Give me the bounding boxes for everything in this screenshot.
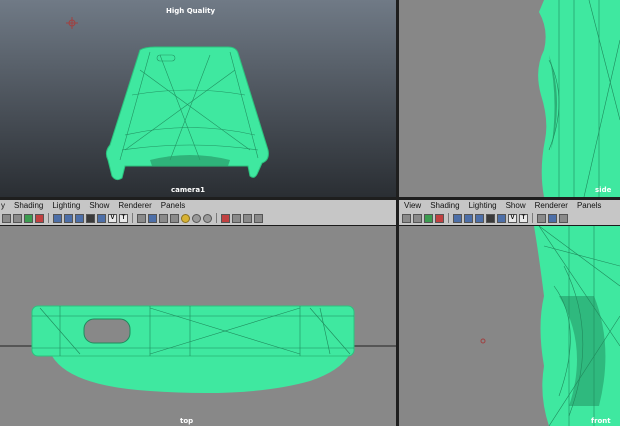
grid-icon[interactable] [453,213,462,223]
shadows-icon[interactable] [192,213,201,223]
viewport-front[interactable]: front [399,226,620,426]
menu-lighting[interactable]: Lighting [469,201,497,210]
viewport-top-label: top [180,417,194,425]
image-plane-icon[interactable] [435,213,444,223]
backface-culling-icon[interactable] [254,213,263,223]
viewport-perspective[interactable]: High Quality camera1 [0,0,396,197]
image-plane-icon[interactable] [35,213,44,223]
safe-action-icon[interactable]: V [508,213,517,223]
menu-renderer[interactable]: Renderer [535,201,568,210]
xray-icon[interactable] [232,213,241,223]
smooth-shade-icon[interactable] [148,213,157,223]
textured-icon[interactable] [170,213,179,223]
gate-mask-icon[interactable] [86,213,95,223]
gate-mask-icon[interactable] [486,213,495,223]
safe-title-icon[interactable]: T [119,213,128,223]
viewport-camera-label: camera1 [171,186,205,194]
wireframe-icon[interactable] [537,213,546,223]
menu-panels[interactable]: Panels [161,201,185,210]
wireframe-phone-case-side [538,0,620,197]
wireframe-on-shaded-icon[interactable] [159,213,168,223]
resolution-gate-icon[interactable] [475,213,484,223]
origin-marker-icon [66,17,78,29]
toolbar-divider [132,213,133,223]
xray-joints-icon[interactable] [243,213,252,223]
menu-show[interactable]: Show [89,201,109,210]
select-camera-icon[interactable] [402,213,411,223]
viewport-top[interactable]: top [0,226,396,426]
bookmark-icon[interactable] [424,213,433,223]
viewport-divider-vertical[interactable] [396,0,399,426]
menu-view[interactable]: View [404,201,421,210]
grid-icon[interactable] [53,213,62,223]
menu-panels[interactable]: Panels [577,201,601,210]
origin-marker-icon [480,338,486,344]
smooth-shade-icon[interactable] [548,213,557,223]
menubar-right: View Shading Lighting Show Renderer Pane… [399,200,620,211]
viewport-front-label: front [591,417,611,425]
viewport-side[interactable]: side [399,0,620,197]
camera-attributes-icon[interactable] [413,213,422,223]
safe-title-icon[interactable]: T [519,213,528,223]
toolbar-divider [216,213,217,223]
safe-action-icon[interactable]: V [108,213,117,223]
viewport-divider-horizontal[interactable] [0,197,620,200]
field-chart-icon[interactable] [497,213,506,223]
panel-toolbar-right: V T [399,211,620,225]
menubar-left: y Shading Lighting Show Renderer Panels [0,200,397,211]
ambient-occlusion-icon[interactable] [203,213,212,223]
toolbar-divider [448,213,449,223]
menu-renderer[interactable]: Renderer [118,201,151,210]
use-all-lights-icon[interactable] [181,213,190,223]
wireframe-phone-case-front [480,226,620,426]
menu-lighting[interactable]: Lighting [52,201,80,210]
select-camera-icon[interactable] [2,213,11,223]
menu-shading[interactable]: Shading [14,201,43,210]
wireframe-icon[interactable] [137,213,146,223]
panel-toolbar-left: V T [0,211,398,225]
wireframe-phone-case-perspective [66,17,269,181]
wireframe-on-shaded-icon[interactable] [559,213,568,223]
camera-attributes-icon[interactable] [13,213,22,223]
toolbar-divider [48,213,49,223]
field-chart-icon[interactable] [97,213,106,223]
viewport-side-label: side [595,186,612,194]
menu-show[interactable]: Show [506,201,526,210]
film-gate-icon[interactable] [464,213,473,223]
toolbar-divider [532,213,533,223]
film-gate-icon[interactable] [64,213,73,223]
resolution-gate-icon[interactable] [75,213,84,223]
menu-view[interactable]: y [1,201,5,210]
menu-shading[interactable]: Shading [430,201,459,210]
viewport-quality-label: High Quality [166,7,216,15]
wireframe-phone-case-top [0,305,396,394]
bookmark-icon[interactable] [24,213,33,223]
isolate-select-icon[interactable] [221,213,230,223]
